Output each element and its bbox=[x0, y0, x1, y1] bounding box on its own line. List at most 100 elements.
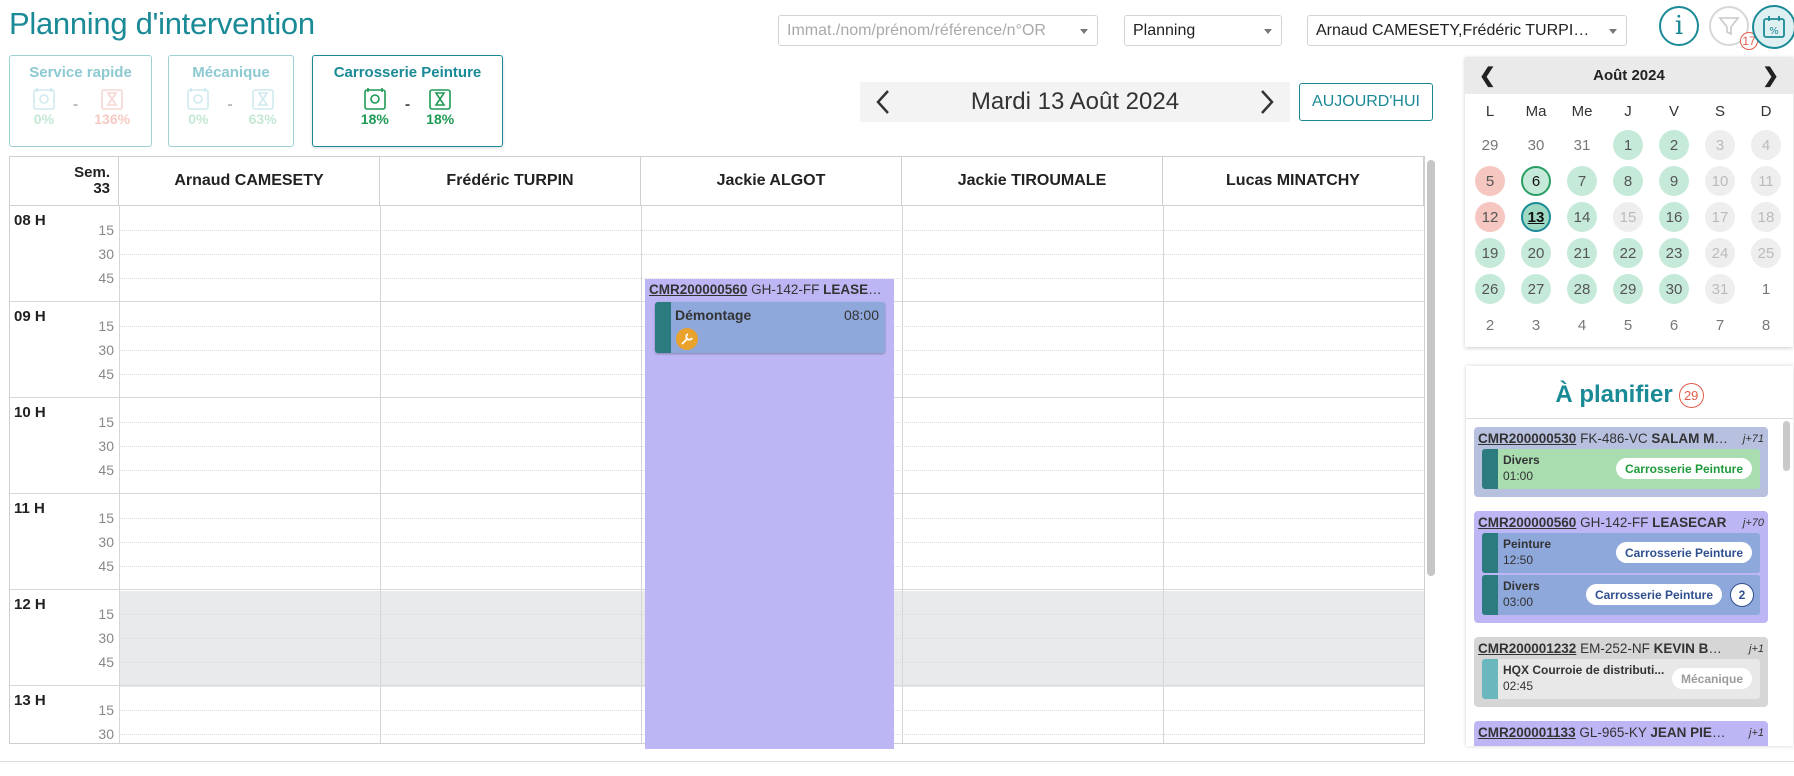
task-card[interactable]: Démontage 08:00 bbox=[655, 302, 885, 353]
calendar-day[interactable]: 1 bbox=[1751, 274, 1781, 304]
calendar-day[interactable]: 2 bbox=[1659, 130, 1689, 160]
view-select[interactable]: Planning bbox=[1124, 15, 1282, 46]
search-placeholder: Immat./nom/prénom/référence/n°OR bbox=[787, 21, 1046, 39]
calendar-day[interactable]: 18 bbox=[1751, 202, 1781, 232]
order-ref[interactable]: CMR200000530 bbox=[1478, 431, 1576, 446]
hour-label: 12 H bbox=[14, 596, 46, 613]
service-card-mecanique[interactable]: Mécanique 0% - 63% bbox=[168, 55, 294, 147]
order-ref[interactable]: CMR200000560 bbox=[1478, 515, 1576, 530]
calendar-day[interactable]: 27 bbox=[1521, 274, 1551, 304]
column-header-technician[interactable]: Lucas MINATCHY bbox=[1163, 157, 1424, 205]
quarter-line bbox=[119, 230, 1424, 231]
chevron-right-icon[interactable] bbox=[1258, 88, 1276, 116]
calendar-day[interactable]: 24 bbox=[1705, 238, 1735, 268]
service-pill: Carrosserie Peinture bbox=[1585, 584, 1722, 605]
technicians-select[interactable]: Arnaud CAMESETY,Frédéric TURPIN,... bbox=[1307, 15, 1627, 46]
calendar-day[interactable]: 4 bbox=[1751, 130, 1781, 160]
order-ref[interactable]: CMR200001232 bbox=[1478, 641, 1576, 656]
calendar-day[interactable]: 31 bbox=[1705, 274, 1735, 304]
service-card-rapide[interactable]: Service rapide 0% - 136% bbox=[9, 55, 152, 147]
today-button[interactable]: AUJOURD'HUI bbox=[1299, 83, 1433, 121]
calendar-day[interactable]: 20 bbox=[1521, 238, 1551, 268]
calendar-day[interactable]: 4 bbox=[1567, 310, 1597, 340]
order-task[interactable]: Peinture 12:50 Carrosserie Peinture bbox=[1482, 533, 1760, 573]
column-header-technician[interactable]: Jackie ALGOT bbox=[641, 157, 902, 205]
calendar-day[interactable]: 9 bbox=[1659, 166, 1689, 196]
order-task[interactable]: Divers 03:00 Carrosserie Peinture 2 bbox=[1482, 575, 1760, 615]
order-card[interactable]: CMR200000560 GH-142-FF LEASECAR j+70 Peint… bbox=[1474, 511, 1768, 623]
chevron-left-icon[interactable] bbox=[874, 88, 892, 116]
search-select[interactable]: Immat./nom/prénom/référence/n°OR bbox=[778, 15, 1098, 46]
calendar-day[interactable]: 25 bbox=[1751, 238, 1781, 268]
calendar-day[interactable]: 16 bbox=[1659, 202, 1689, 232]
calendar-day[interactable]: 7 bbox=[1705, 310, 1735, 340]
grid-scrollbar[interactable] bbox=[1427, 160, 1435, 576]
hour-label: 08 H bbox=[14, 212, 46, 229]
calendar-day[interactable]: 5 bbox=[1475, 166, 1505, 196]
to-plan-scrollbar[interactable] bbox=[1783, 421, 1790, 471]
appointment-block[interactable]: CMR200000560 GH-142-FF LEASECAR Démontag… bbox=[645, 279, 894, 749]
calendar-day[interactable]: 31 bbox=[1567, 130, 1597, 160]
to-plan-count-badge: 29 bbox=[1678, 383, 1704, 409]
order-header: CMR200000530 FK-486-VC SALAM MARC bbox=[1478, 431, 1728, 446]
calendar-day[interactable]: 5 bbox=[1613, 310, 1643, 340]
calendar-day[interactable]: 1 bbox=[1613, 130, 1643, 160]
service-load-time: 136% bbox=[94, 111, 131, 127]
calendar-day[interactable]: 19 bbox=[1475, 238, 1505, 268]
calendar-day[interactable]: 14 bbox=[1567, 202, 1597, 232]
quarter-label: 45 bbox=[98, 270, 114, 286]
calendar-day[interactable]: 17 bbox=[1705, 202, 1735, 232]
task-name: Divers bbox=[1503, 579, 1540, 593]
calendar-day[interactable]: 8 bbox=[1613, 166, 1643, 196]
order-client: KEVIN BOULA bbox=[1653, 641, 1728, 656]
calendar-next-icon[interactable]: ❯ bbox=[1762, 63, 1779, 88]
appointment-ref[interactable]: CMR200000560 bbox=[649, 282, 747, 297]
calendar-day[interactable]: 7 bbox=[1567, 166, 1597, 196]
calendar-day[interactable]: 21 bbox=[1567, 238, 1597, 268]
calendar-day[interactable]: 29 bbox=[1613, 274, 1643, 304]
order-card[interactable]: CMR200000530 FK-486-VC SALAM MARC j+71 Div… bbox=[1474, 427, 1768, 497]
service-pill: Carrosserie Peinture bbox=[1615, 458, 1752, 479]
order-task[interactable]: HQX Courroie de distributi... 02:45 Mécani… bbox=[1482, 659, 1760, 699]
order-ref[interactable]: CMR200001133 bbox=[1478, 725, 1576, 740]
column-header-technician[interactable]: Arnaud CAMESETY bbox=[119, 157, 380, 205]
task-duration: 02:45 bbox=[1503, 679, 1534, 693]
column-header-technician[interactable]: Frédéric TURPIN bbox=[380, 157, 641, 205]
order-card[interactable]: CMR200001232 EM-252-NF KEVIN BOULA j+1 HQX… bbox=[1474, 637, 1768, 707]
calendar-day[interactable]: 29 bbox=[1475, 130, 1505, 160]
info-button[interactable]: i bbox=[1659, 6, 1699, 46]
weekday-label: Ma bbox=[1525, 103, 1547, 120]
order-card[interactable]: CMR200001133 GL-965-KY JEAN PIERRE j+1 bbox=[1474, 721, 1768, 746]
order-days: j+71 bbox=[1742, 433, 1764, 445]
hour-label: 09 H bbox=[14, 308, 46, 325]
appointment-header[interactable]: CMR200000560 GH-142-FF LEASECAR bbox=[649, 282, 889, 297]
current-date: Mardi 13 Août 2024 bbox=[970, 88, 1180, 115]
calendar-day[interactable]: 2 bbox=[1475, 310, 1505, 340]
calendar-day[interactable]: 12 bbox=[1475, 202, 1505, 232]
calendar-prev-icon[interactable]: ❮ bbox=[1479, 63, 1496, 88]
calendar-day[interactable]: 3 bbox=[1705, 130, 1735, 160]
hourglass-icon bbox=[429, 89, 451, 110]
calendar-day[interactable]: 23 bbox=[1659, 238, 1689, 268]
calendar-day[interactable]: 26 bbox=[1475, 274, 1505, 304]
calendar-day[interactable]: 10 bbox=[1705, 166, 1735, 196]
calendar-day[interactable]: 3 bbox=[1521, 310, 1551, 340]
calendar-day[interactable]: 30 bbox=[1521, 130, 1551, 160]
calendar-day[interactable]: 30 bbox=[1659, 274, 1689, 304]
order-task[interactable]: Divers 01:00 Carrosserie Peinture bbox=[1482, 449, 1760, 489]
calendar-percent-button[interactable]: % bbox=[1752, 5, 1794, 49]
calendar-day[interactable]: 11 bbox=[1751, 166, 1781, 196]
week-label: Sem. bbox=[74, 164, 110, 181]
hourglass-icon bbox=[251, 89, 274, 110]
calendar-day[interactable]: 13 bbox=[1521, 202, 1551, 232]
calendar-day[interactable]: 6 bbox=[1659, 310, 1689, 340]
weekday-label: J bbox=[1624, 103, 1632, 120]
column-header-technician[interactable]: Jackie TIROUMALE bbox=[902, 157, 1163, 205]
quarter-label: 45 bbox=[98, 558, 114, 574]
calendar-day[interactable]: 28 bbox=[1567, 274, 1597, 304]
service-card-carrosserie[interactable]: Carrosserie Peinture 18% - 18% bbox=[312, 55, 503, 147]
calendar-day[interactable]: 8 bbox=[1751, 310, 1781, 340]
calendar-day[interactable]: 6 bbox=[1521, 166, 1551, 196]
calendar-day[interactable]: 15 bbox=[1613, 202, 1643, 232]
calendar-day[interactable]: 22 bbox=[1613, 238, 1643, 268]
